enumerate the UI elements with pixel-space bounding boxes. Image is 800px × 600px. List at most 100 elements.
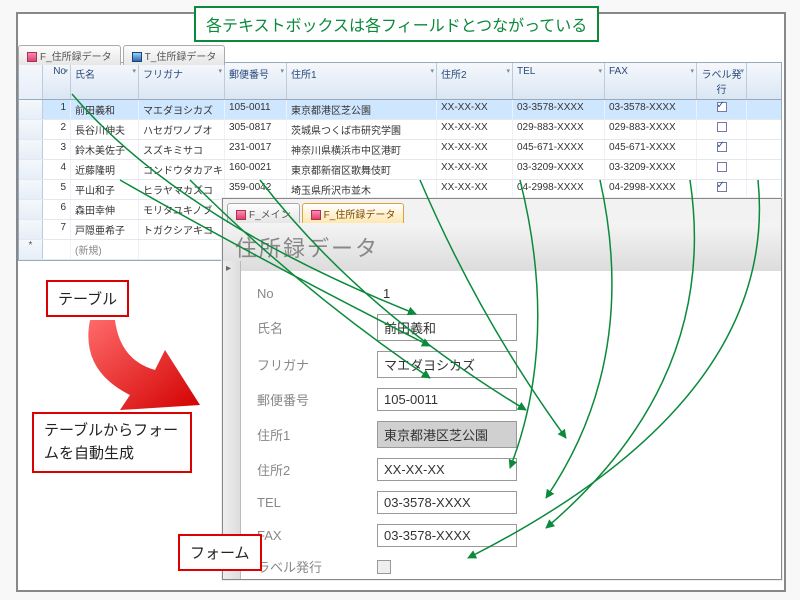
cell-no[interactable]: 4 — [43, 160, 71, 179]
field-label: TEL — [257, 495, 377, 510]
tab-f-main[interactable]: F_メイン — [227, 203, 300, 223]
col-header[interactable]: 郵便番号 — [225, 63, 287, 99]
cell-no[interactable]: 7 — [43, 220, 71, 239]
cell-address2[interactable]: XX-XX-XX — [437, 180, 513, 199]
cell-fax[interactable]: 03-3209-XXXX — [605, 160, 697, 179]
cell-address2[interactable]: XX-XX-XX — [437, 160, 513, 179]
field-furi: フリガナマエダヨシカズ — [257, 351, 765, 378]
cell-furigana[interactable]: コンドウタカアキ — [139, 160, 225, 179]
cell-name[interactable]: 平山和子 — [71, 180, 139, 199]
field-input[interactable]: 東京都港区芝公園 — [377, 421, 517, 448]
tab-label: F_住所録データ — [324, 210, 396, 221]
cell-tel[interactable]: 04-2998-XXXX — [513, 180, 605, 199]
cell-furigana[interactable]: モリタユキノブ — [139, 200, 225, 219]
col-header[interactable]: 氏名 — [71, 63, 139, 99]
cell-zip[interactable]: 305-0817 — [225, 120, 287, 139]
field-input[interactable]: XX-XX-XX — [377, 458, 517, 481]
table-row[interactable]: 1前田義和マエダヨシカズ105-0011東京都港区芝公園XX-XX-XX03-3… — [19, 100, 781, 120]
cell-tel[interactable]: 03-3209-XXXX — [513, 160, 605, 179]
table-row[interactable]: 2長谷川伸夫ハセガワノブオ305-0817茨城県つくば市研究学園XX-XX-XX… — [19, 120, 781, 140]
cell-no[interactable]: 5 — [43, 180, 71, 199]
table-row[interactable]: 3鈴木美佐子スズキミサコ231-0017神奈川県横浜市中区港町XX-XX-XX0… — [19, 140, 781, 160]
cell-furigana[interactable]: スズキミサコ — [139, 140, 225, 159]
field-input[interactable]: マエダヨシカズ — [377, 351, 517, 378]
tab-table-datasheet[interactable]: T_住所録データ — [123, 45, 226, 65]
field-input[interactable]: 03-3578-XXXX — [377, 524, 517, 547]
cell-furigana[interactable]: マエダヨシカズ — [139, 100, 225, 119]
form-tabs: F_メイン F_住所録データ — [223, 199, 781, 223]
cell-address1[interactable]: 神奈川県横浜市中区港町 — [287, 140, 437, 159]
cell-address1[interactable]: 東京都港区芝公園 — [287, 100, 437, 119]
field-input[interactable]: 1 — [377, 283, 517, 304]
cell-name[interactable]: 前田義和 — [71, 100, 139, 119]
table-row[interactable]: 5平山和子ヒラヤマカズコ359-0042埼玉県所沢市並木XX-XX-XX04-2… — [19, 180, 781, 200]
field-label: ラベル発行 — [257, 557, 377, 576]
cell-fax[interactable]: 029-883-XXXX — [605, 120, 697, 139]
col-header[interactable]: フリガナ — [139, 63, 225, 99]
cell-name[interactable]: 近藤隆明 — [71, 160, 139, 179]
tab-form-datasheet[interactable]: F_住所録データ — [18, 45, 121, 65]
cell-address1[interactable]: 埼玉県所沢市並木 — [287, 180, 437, 199]
checkbox-icon[interactable] — [717, 122, 727, 132]
col-header[interactable]: ラベル発行 — [697, 63, 747, 99]
field-input[interactable]: 03-3578-XXXX — [377, 491, 517, 514]
cell-tel[interactable]: 029-883-XXXX — [513, 120, 605, 139]
cell-zip[interactable]: 359-0042 — [225, 180, 287, 199]
col-header[interactable]: FAX — [605, 63, 697, 99]
field-adr2: 住所2XX-XX-XX — [257, 458, 765, 481]
cell-furigana[interactable]: トガクシアキコ — [139, 220, 225, 239]
cell-name[interactable]: 戸隠亜希子 — [71, 220, 139, 239]
cell-tel[interactable]: 03-3578-XXXX — [513, 100, 605, 119]
cell-zip[interactable]: 160-0021 — [225, 160, 287, 179]
checkbox-icon[interactable] — [717, 182, 727, 192]
cell-fax[interactable]: 04-2998-XXXX — [605, 180, 697, 199]
checkbox-icon[interactable] — [717, 142, 727, 152]
table-icon — [132, 52, 142, 62]
cell-zip[interactable]: 105-0011 — [225, 100, 287, 119]
annotation-generate: テーブルからフォームを自動生成 — [32, 412, 192, 473]
table-row[interactable]: 4近藤隆明コンドウタカアキ160-0021東京都新宿区歌舞伎町XX-XX-XX0… — [19, 160, 781, 180]
field-input[interactable]: 前田義和 — [377, 314, 517, 341]
cell-name[interactable]: 森田幸伸 — [71, 200, 139, 219]
cell-address2[interactable]: XX-XX-XX — [437, 140, 513, 159]
label-checkbox[interactable] — [377, 560, 391, 574]
cell-no[interactable]: 3 — [43, 140, 71, 159]
field-label: 住所2 — [257, 460, 377, 479]
cell-furigana[interactable]: ヒラヤマカズコ — [139, 180, 225, 199]
col-header[interactable]: No — [43, 63, 71, 99]
field-label: 氏名 — [257, 318, 377, 337]
cell-address2[interactable]: XX-XX-XX — [437, 100, 513, 119]
big-red-arrow — [70, 310, 220, 420]
cell-no[interactable]: 6 — [43, 200, 71, 219]
field-label: No — [257, 286, 377, 301]
cell-label[interactable] — [697, 120, 747, 139]
record-selector[interactable] — [223, 261, 241, 579]
field-label: 住所1 — [257, 425, 377, 444]
cell-label[interactable] — [697, 100, 747, 119]
col-header[interactable]: 住所1 — [287, 63, 437, 99]
cell-name[interactable]: 鈴木美佐子 — [71, 140, 139, 159]
cell-name[interactable]: 長谷川伸夫 — [71, 120, 139, 139]
cell-address1[interactable]: 東京都新宿区歌舞伎町 — [287, 160, 437, 179]
cell-fax[interactable]: 03-3578-XXXX — [605, 100, 697, 119]
cell-no[interactable]: 1 — [43, 100, 71, 119]
checkbox-icon[interactable] — [717, 102, 727, 112]
cell-address2[interactable]: XX-XX-XX — [437, 120, 513, 139]
cell-no[interactable]: 2 — [43, 120, 71, 139]
tab-f-address[interactable]: F_住所録データ — [302, 203, 405, 223]
cell-label[interactable] — [697, 140, 747, 159]
field-input[interactable]: 105-0011 — [377, 388, 517, 411]
cell-address1[interactable]: 茨城県つくば市研究学園 — [287, 120, 437, 139]
cell-zip[interactable]: 231-0017 — [225, 140, 287, 159]
checkbox-icon[interactable] — [717, 162, 727, 172]
cell-furigana[interactable]: ハセガワノブオ — [139, 120, 225, 139]
col-header[interactable]: TEL — [513, 63, 605, 99]
col-header[interactable]: 住所2 — [437, 63, 513, 99]
form-window: F_メイン F_住所録データ 住所録データ No1氏名前田義和フリガナマエダヨシ… — [222, 198, 782, 580]
field-tel: TEL03-3578-XXXX — [257, 491, 765, 514]
tab-label: F_住所録データ — [40, 52, 112, 63]
cell-label[interactable] — [697, 180, 747, 199]
cell-label[interactable] — [697, 160, 747, 179]
cell-fax[interactable]: 045-671-XXXX — [605, 140, 697, 159]
cell-tel[interactable]: 045-671-XXXX — [513, 140, 605, 159]
